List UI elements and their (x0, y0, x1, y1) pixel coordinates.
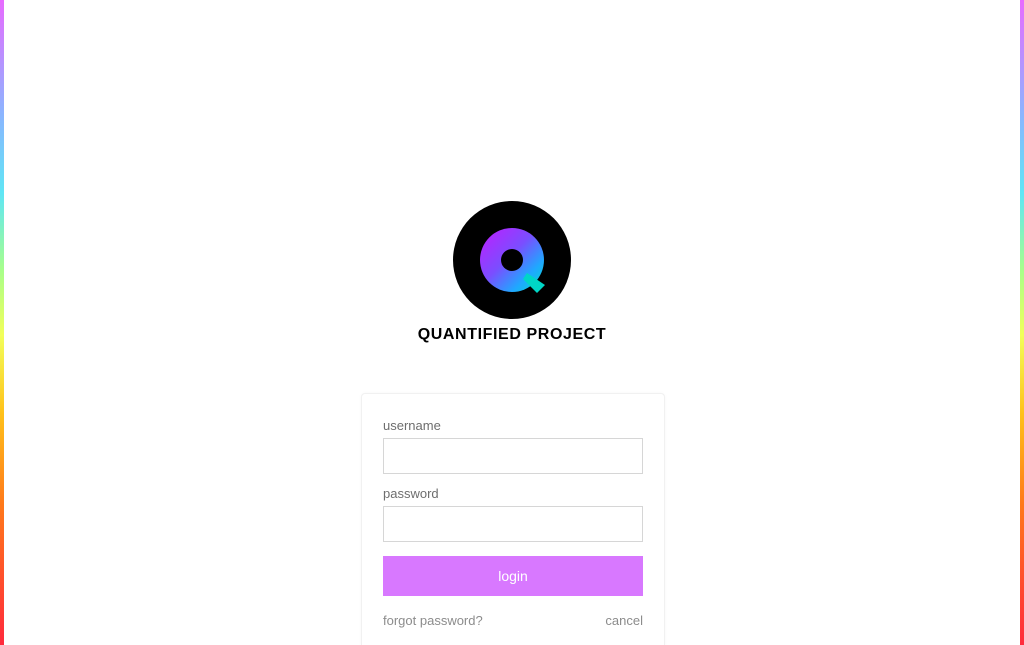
right-gradient-edge (1020, 0, 1024, 645)
password-input[interactable] (383, 506, 643, 542)
login-button[interactable]: login (383, 556, 643, 596)
login-card: username password login forgot password?… (361, 393, 665, 645)
username-input[interactable] (383, 438, 643, 474)
q-circle-logo-icon (453, 201, 571, 319)
forgot-password-link[interactable]: forgot password? (383, 613, 483, 628)
brand-name: QUANTIFIED PROJECT (417, 326, 607, 343)
password-label: password (383, 486, 439, 501)
cancel-link[interactable]: cancel (605, 613, 643, 628)
left-gradient-edge (0, 0, 4, 645)
login-page: QUANTIFIED PROJECT username password log… (0, 0, 1024, 645)
username-label: username (383, 418, 441, 433)
